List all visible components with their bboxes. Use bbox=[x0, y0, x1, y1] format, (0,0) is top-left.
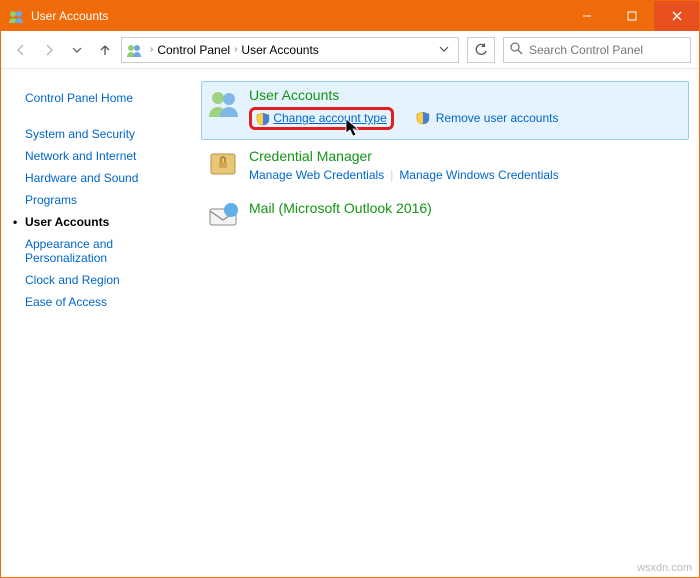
nav-recent-button[interactable] bbox=[65, 38, 89, 62]
search-placeholder: Search Control Panel bbox=[529, 43, 643, 57]
sidebar-item-appearance[interactable]: Appearance and Personalization bbox=[25, 233, 189, 269]
manage-web-credentials-link[interactable]: Manage Web Credentials bbox=[249, 168, 384, 182]
uac-shield-icon bbox=[416, 111, 430, 125]
highlight-annotation: Change account type bbox=[249, 107, 394, 130]
watermark-text: wsxdn.com bbox=[637, 562, 692, 574]
user-accounts-large-icon bbox=[207, 87, 239, 119]
category-title[interactable]: Mail (Microsoft Outlook 2016) bbox=[249, 200, 683, 216]
uac-shield-icon bbox=[256, 112, 270, 126]
search-icon bbox=[510, 42, 523, 58]
nav-forward-button[interactable] bbox=[37, 38, 61, 62]
minimize-button[interactable] bbox=[564, 1, 609, 31]
maximize-button[interactable] bbox=[609, 1, 654, 31]
sidebar-item-user-accounts[interactable]: User Accounts bbox=[25, 211, 189, 233]
search-input[interactable]: Search Control Panel bbox=[503, 37, 691, 63]
credential-manager-icon bbox=[207, 148, 239, 180]
close-button[interactable] bbox=[654, 1, 699, 31]
category-credential-manager: Credential Manager Manage Web Credential… bbox=[201, 142, 689, 192]
category-title[interactable]: User Accounts bbox=[249, 87, 683, 103]
separator: | bbox=[390, 168, 393, 182]
breadcrumb[interactable]: › Control Panel › User Accounts bbox=[121, 37, 459, 63]
sidebar-item-clock-region[interactable]: Clock and Region bbox=[25, 269, 189, 291]
chevron-right-icon: › bbox=[234, 44, 237, 55]
main-panel: User Accounts Change account type Remove… bbox=[201, 69, 699, 577]
user-accounts-icon bbox=[126, 42, 142, 58]
breadcrumb-dropdown[interactable] bbox=[434, 43, 454, 57]
mail-icon bbox=[207, 200, 239, 232]
breadcrumb-segment[interactable]: Control Panel bbox=[157, 43, 230, 57]
sidebar-home-link[interactable]: Control Panel Home bbox=[25, 87, 189, 109]
sidebar-item-hardware-sound[interactable]: Hardware and Sound bbox=[25, 167, 189, 189]
sidebar-item-programs[interactable]: Programs bbox=[25, 189, 189, 211]
refresh-button[interactable] bbox=[467, 37, 495, 63]
category-title[interactable]: Credential Manager bbox=[249, 148, 683, 164]
remove-user-accounts-link[interactable]: Remove user accounts bbox=[436, 111, 559, 125]
content-area: Control Panel Home System and Security N… bbox=[1, 69, 699, 577]
sidebar-item-ease-of-access[interactable]: Ease of Access bbox=[25, 291, 189, 313]
sidebar-item-system-security[interactable]: System and Security bbox=[25, 123, 189, 145]
sidebar: Control Panel Home System and Security N… bbox=[1, 69, 201, 577]
address-bar: › Control Panel › User Accounts Search C… bbox=[1, 31, 699, 69]
sidebar-item-network-internet[interactable]: Network and Internet bbox=[25, 145, 189, 167]
category-mail: Mail (Microsoft Outlook 2016) bbox=[201, 194, 689, 242]
user-accounts-icon bbox=[8, 8, 24, 24]
nav-up-button[interactable] bbox=[93, 38, 117, 62]
titlebar: User Accounts bbox=[1, 1, 699, 31]
window-title: User Accounts bbox=[31, 9, 564, 23]
category-user-accounts: User Accounts Change account type Remove… bbox=[201, 81, 689, 140]
chevron-right-icon: › bbox=[150, 44, 153, 55]
mouse-cursor-overlay bbox=[345, 118, 361, 138]
window-frame: User Accounts › Control Panel › User Acc… bbox=[0, 0, 700, 578]
breadcrumb-segment[interactable]: User Accounts bbox=[241, 43, 318, 57]
nav-back-button[interactable] bbox=[9, 38, 33, 62]
manage-windows-credentials-link[interactable]: Manage Windows Credentials bbox=[399, 168, 558, 182]
change-account-type-link[interactable]: Change account type bbox=[273, 111, 386, 125]
